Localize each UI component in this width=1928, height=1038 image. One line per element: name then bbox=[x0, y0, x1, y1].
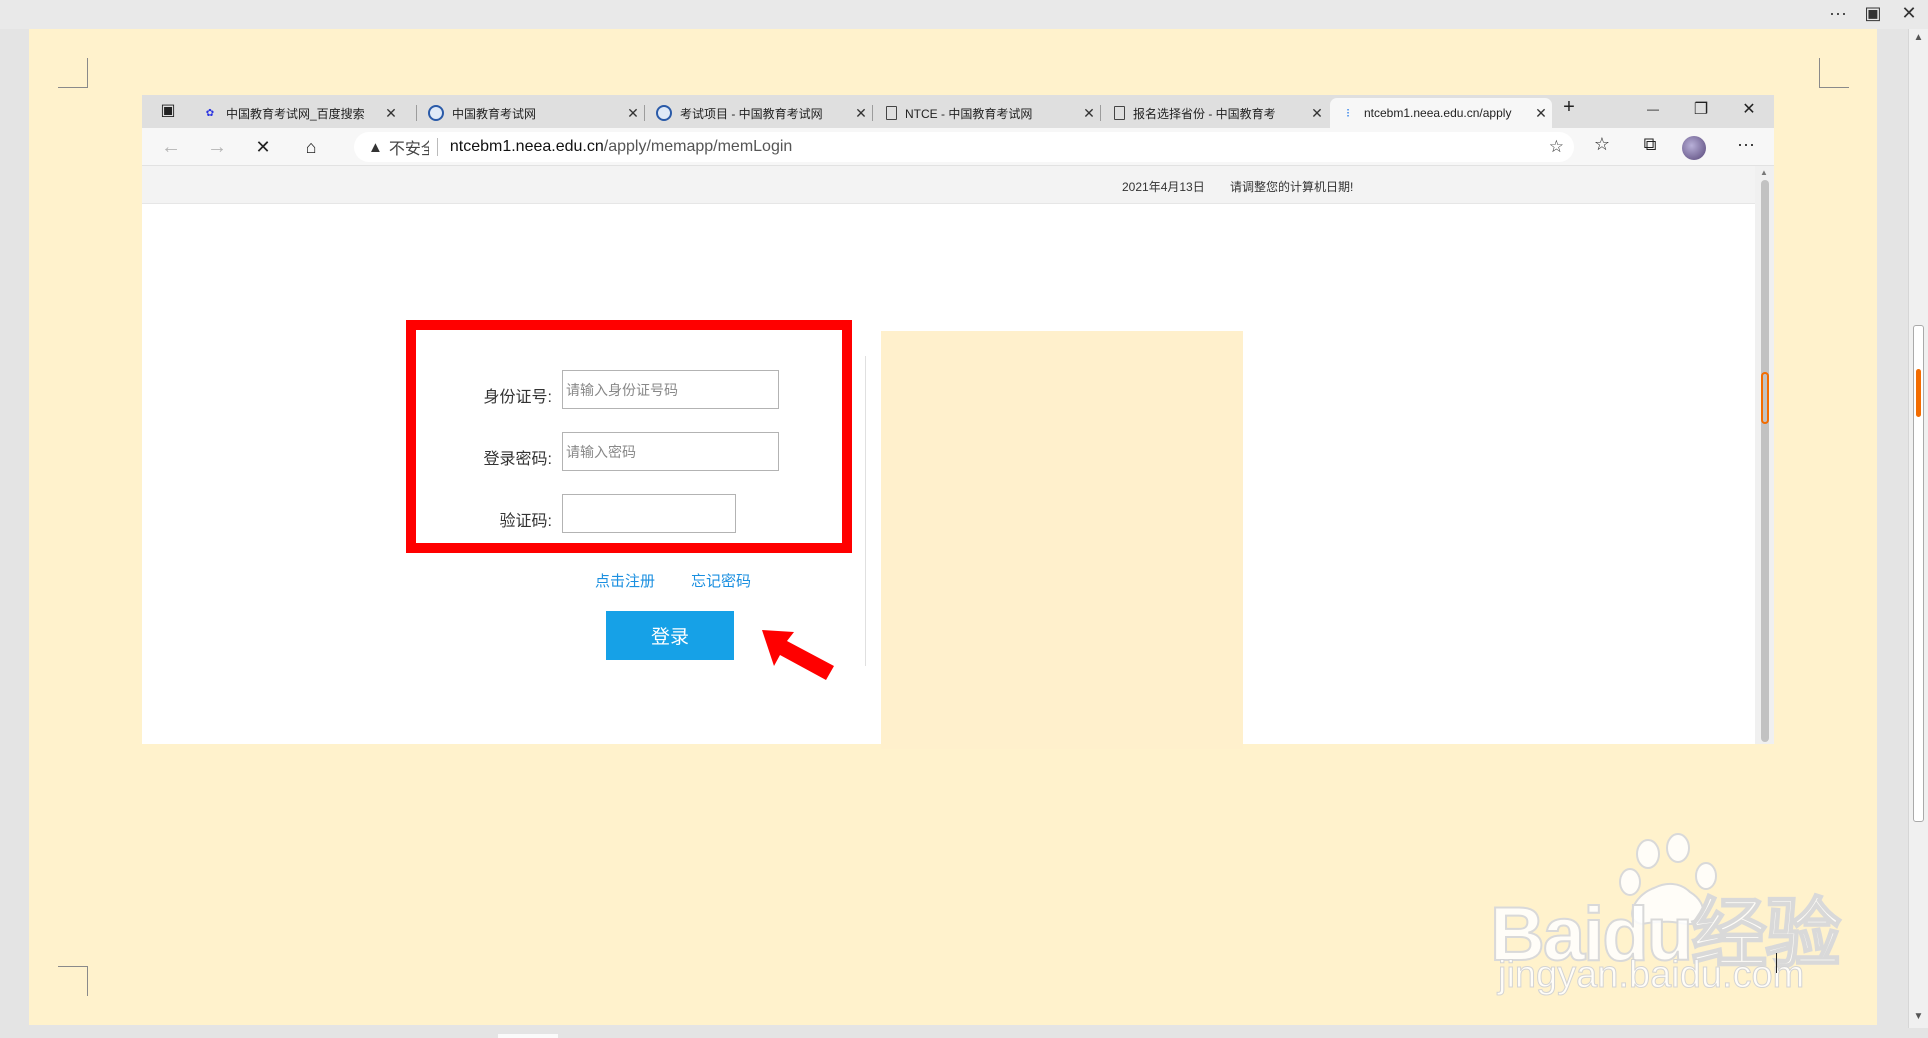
warning-triangle-icon[interactable]: ▲ bbox=[368, 139, 383, 156]
tab-title: NTCE - 中国教育考试网 bbox=[905, 106, 1033, 121]
tab-title: 考试项目 - 中国教育考试网 bbox=[680, 106, 823, 121]
home-icon[interactable]: ⌂ bbox=[296, 134, 326, 160]
tab-close-icon[interactable]: ✕ bbox=[1078, 105, 1100, 122]
current-date: 2021年4月13日 bbox=[1122, 180, 1205, 194]
close-browser-button[interactable]: ✕ bbox=[1734, 99, 1764, 119]
page-icon bbox=[1114, 106, 1125, 120]
new-tab-button[interactable]: + bbox=[1554, 96, 1584, 119]
captcha-label: 验证码: bbox=[499, 513, 552, 530]
tab-title: 中国教育考试网_百度搜索 bbox=[226, 106, 365, 121]
page-scrollbar-thumb[interactable] bbox=[1761, 180, 1769, 742]
forward-arrow-icon[interactable]: → bbox=[202, 134, 232, 160]
tab-separator bbox=[1100, 105, 1101, 121]
address-toolbar: ← → ✕ ⌂ ▲ 不安全 ntcebm1.neea.edu.cn /apply… bbox=[142, 128, 1774, 166]
login-button[interactable]: 登录 bbox=[606, 611, 734, 660]
scroll-up-arrow-icon[interactable]: ▲ bbox=[1760, 168, 1768, 177]
url-divider bbox=[436, 138, 438, 156]
side-panel bbox=[881, 331, 1243, 749]
tab-select-province[interactable]: 报名选择省份 - 中国教育考 ✕ bbox=[1102, 98, 1328, 128]
password-label: 登录密码: bbox=[483, 451, 552, 468]
date-warning: 请调整您的计算机日期! bbox=[1230, 180, 1354, 194]
maximize-button[interactable]: ❐ bbox=[1686, 99, 1716, 119]
tab-exam-projects[interactable]: 考试项目 - 中国教育考试网 ✕ bbox=[646, 98, 872, 128]
web-page: 2021年4月13日 请调整您的计算机日期! 身份证号: 登录密码: 验证码: … bbox=[142, 166, 1755, 749]
password-input[interactable] bbox=[562, 432, 779, 471]
tab-bar: ▣ ✿ 中国教育考试网_百度搜索 ✕ 中国教育考试网 ✕ 考试项目 - 中国教育… bbox=[142, 95, 1774, 128]
document-vertical-scrollbar[interactable]: ▲ ▼ bbox=[1908, 29, 1928, 1028]
document-horizontal-scrollbar[interactable] bbox=[0, 1025, 1908, 1038]
annotation-arrow-icon bbox=[762, 630, 834, 680]
stop-loading-icon[interactable]: ✕ bbox=[248, 134, 278, 160]
collections-icon[interactable]: ⧉ bbox=[1636, 134, 1664, 155]
tab-title: 报名选择省份 - 中国教育考 bbox=[1133, 106, 1276, 121]
crop-mark-top-left bbox=[58, 58, 88, 88]
crop-mark-bottom-left bbox=[58, 966, 88, 996]
address-field[interactable]: ▲ 不安全 ntcebm1.neea.edu.cn /apply/memapp/… bbox=[354, 132, 1574, 162]
more-options-button[interactable]: ··· bbox=[1824, 3, 1852, 24]
insecure-label[interactable]: 不安全 bbox=[389, 135, 429, 159]
tab-login-active[interactable]: ⁝ ntcebm1.neea.edu.cn/apply ✕ bbox=[1330, 98, 1552, 128]
settings-more-icon[interactable]: ··· bbox=[1732, 134, 1760, 155]
tab-close-icon[interactable]: ✕ bbox=[622, 105, 644, 122]
tab-separator bbox=[416, 105, 417, 121]
outer-title-bar: ··· ▣ ✕ bbox=[0, 0, 1928, 29]
scrollbar-position-marker bbox=[1916, 369, 1921, 417]
tab-actions-icon[interactable]: ▣ bbox=[154, 100, 182, 120]
page-scroll-marker bbox=[1761, 372, 1769, 424]
restore-window-button[interactable]: ▣ bbox=[1859, 3, 1887, 24]
close-window-button[interactable]: ✕ bbox=[1895, 3, 1923, 24]
scroll-down-arrow-icon[interactable]: ▼ bbox=[1909, 1008, 1928, 1026]
browser-screenshot: ▣ ✿ 中国教育考试网_百度搜索 ✕ 中国教育考试网 ✕ 考试项目 - 中国教育… bbox=[142, 95, 1774, 749]
register-link[interactable]: 点击注册 bbox=[595, 570, 655, 591]
id-number-input[interactable] bbox=[562, 370, 779, 409]
scroll-up-arrow-icon[interactable]: ▲ bbox=[1909, 29, 1928, 47]
tab-close-icon[interactable]: ✕ bbox=[1530, 105, 1552, 122]
tab-close-icon[interactable]: ✕ bbox=[1306, 105, 1328, 122]
tab-title: 中国教育考试网 bbox=[452, 106, 537, 121]
url-host: ntcebm1.neea.edu.cn bbox=[449, 138, 604, 155]
tab-baidu-search[interactable]: ✿ 中国教育考试网_百度搜索 ✕ bbox=[192, 98, 402, 128]
tab-neea-home[interactable]: 中国教育考试网 ✕ bbox=[418, 98, 644, 128]
back-arrow-icon[interactable]: ← bbox=[156, 134, 186, 160]
page-icon bbox=[886, 106, 897, 120]
favorites-icon[interactable]: ☆ bbox=[1588, 134, 1616, 155]
horizontal-scrollbar-thumb[interactable] bbox=[498, 1034, 558, 1038]
profile-avatar[interactable] bbox=[1682, 136, 1706, 160]
id-number-label: 身份证号: bbox=[483, 389, 552, 406]
url-path: /apply/memapp/memLogin bbox=[603, 138, 793, 155]
tab-separator bbox=[644, 105, 645, 121]
captcha-input[interactable] bbox=[562, 494, 736, 533]
loading-icon: ⁝ bbox=[1346, 106, 1350, 120]
baidu-paw-icon: ✿ bbox=[205, 107, 215, 119]
neea-globe-icon bbox=[656, 105, 672, 121]
page-vertical-scrollbar[interactable]: ▲ bbox=[1755, 166, 1774, 744]
tab-close-icon[interactable]: ✕ bbox=[380, 105, 402, 122]
minimize-button[interactable]: — bbox=[1638, 102, 1668, 116]
neea-globe-icon bbox=[428, 105, 444, 121]
vertical-divider bbox=[865, 356, 866, 666]
tab-separator bbox=[872, 105, 873, 121]
add-favorite-star-icon[interactable]: ☆ bbox=[1549, 137, 1564, 157]
crop-mark-top-right bbox=[1819, 58, 1849, 88]
tab-title: ntcebm1.neea.edu.cn/apply bbox=[1364, 106, 1512, 120]
date-notice-bar: 2021年4月13日 请调整您的计算机日期! bbox=[142, 166, 1755, 204]
tab-ntce[interactable]: NTCE - 中国教育考试网 ✕ bbox=[874, 98, 1100, 128]
text-cursor bbox=[1776, 953, 1777, 973]
forgot-password-link[interactable]: 忘记密码 bbox=[691, 570, 751, 591]
tab-close-icon[interactable]: ✕ bbox=[850, 105, 872, 122]
